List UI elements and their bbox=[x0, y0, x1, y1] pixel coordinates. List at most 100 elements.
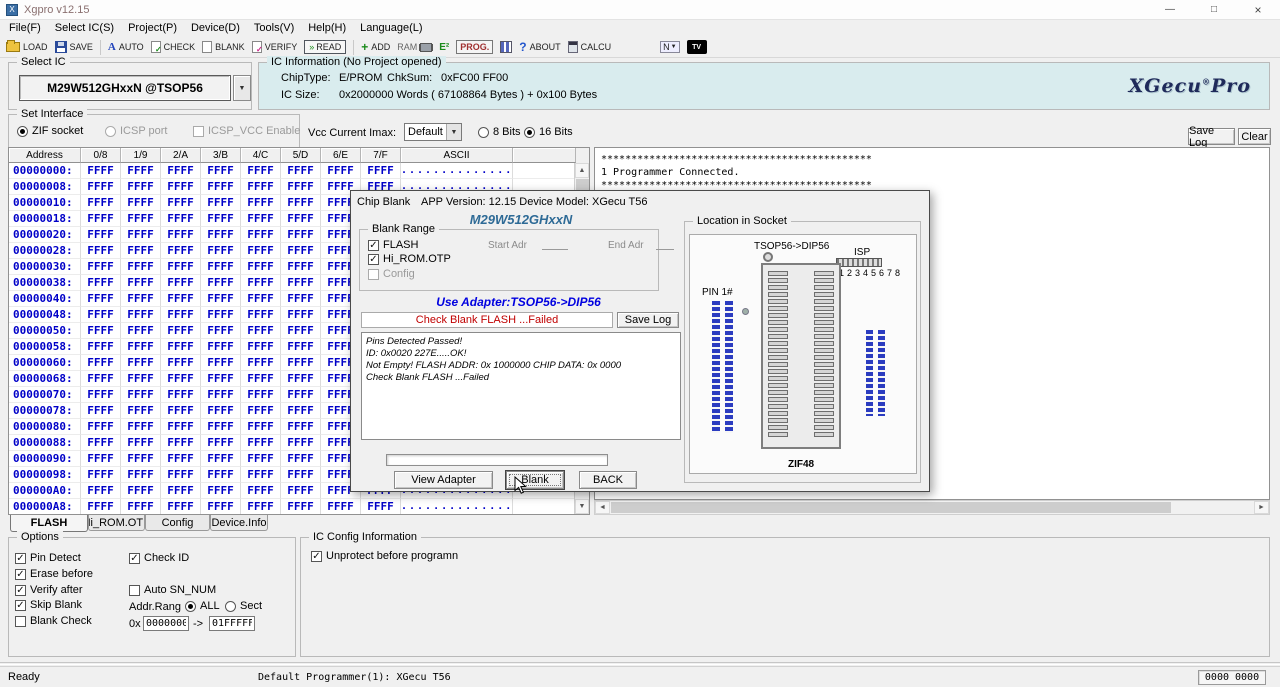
menu-item[interactable]: File(F) bbox=[2, 20, 48, 37]
menu-item[interactable]: Select IC(S) bbox=[48, 20, 121, 37]
toolbar-separator bbox=[353, 40, 354, 55]
read-button[interactable]: » READ bbox=[304, 40, 346, 54]
ic-test-button[interactable] bbox=[500, 38, 512, 56]
verify-after-checkbox[interactable]: Verify after bbox=[15, 584, 83, 596]
bits16-radio[interactable]: 16 Bits bbox=[524, 126, 573, 138]
hex-cell: FFFF bbox=[321, 499, 361, 514]
checkbox-icon bbox=[15, 569, 26, 580]
scroll-right-icon[interactable]: ► bbox=[1254, 501, 1269, 514]
check-label: CHECK bbox=[164, 42, 196, 52]
hex-cell: FFFF bbox=[81, 179, 121, 195]
scroll-left-icon[interactable]: ◄ bbox=[595, 501, 610, 514]
hex-cell: FFFF bbox=[81, 419, 121, 435]
addr-to-input[interactable] bbox=[209, 616, 255, 631]
scroll-up-icon[interactable]: ▲ bbox=[575, 163, 589, 178]
hex-address: 00000050: bbox=[9, 323, 81, 339]
tab-device-info[interactable]: Device.Info bbox=[210, 515, 268, 531]
log-horizontal-scrollbar[interactable]: ◄ ► bbox=[594, 500, 1270, 515]
auto-button[interactable]: A AUTO bbox=[108, 38, 144, 56]
status-ready: Ready bbox=[8, 671, 40, 683]
about-button[interactable]: ? ABOUT bbox=[519, 38, 560, 56]
unprotect-checkbox[interactable]: Unprotect before programn bbox=[311, 550, 458, 562]
menu-item[interactable]: Language(L) bbox=[353, 20, 429, 37]
check-id-checkbox[interactable]: Check ID bbox=[129, 552, 189, 564]
vcc-current-dropdown[interactable]: Default ▼ bbox=[404, 123, 462, 141]
chevron-down-icon: ▼ bbox=[671, 44, 677, 50]
addr-sect-radio[interactable]: Sect bbox=[225, 600, 262, 612]
blank-range-group-title: Blank Range bbox=[368, 223, 439, 235]
calcu-button[interactable]: CALCU bbox=[568, 38, 612, 56]
tab-flash[interactable]: FLASH bbox=[10, 515, 88, 532]
hex-cell: FFFF bbox=[81, 451, 121, 467]
log-line: ****************************************… bbox=[601, 153, 1263, 166]
zif-socket-icon bbox=[761, 263, 841, 449]
zif-slot bbox=[814, 425, 834, 430]
ram-button[interactable]: RAM bbox=[397, 38, 432, 56]
prog-button[interactable]: PROG. bbox=[456, 40, 493, 54]
pin-detect-checkbox[interactable]: Pin Detect bbox=[15, 552, 81, 564]
zif-slot bbox=[768, 320, 788, 325]
ic-dropdown-button[interactable]: ▼ bbox=[233, 75, 251, 101]
selected-ic-field[interactable]: M29W512GHxxN @TSOP56 bbox=[19, 75, 231, 101]
back-button[interactable]: BACK bbox=[579, 471, 637, 489]
dialog-log-line: Not Empty! FLASH ADDR: 0x 1000000 CHIP D… bbox=[366, 360, 676, 372]
read-label: READ bbox=[316, 42, 341, 52]
close-button[interactable]: × bbox=[1236, 0, 1280, 19]
hex-cell: FFFF bbox=[121, 195, 161, 211]
view-adapter-button[interactable]: View Adapter bbox=[394, 471, 493, 489]
hex-cell: FFFF bbox=[81, 499, 121, 514]
hex-cell: FFFF bbox=[121, 467, 161, 483]
menu-item[interactable]: Project(P) bbox=[121, 20, 184, 37]
add-button[interactable]: + ADD bbox=[361, 38, 390, 56]
flash-checkbox[interactable]: FLASH bbox=[368, 239, 418, 251]
check-id-label: Check ID bbox=[144, 552, 189, 564]
tab-hi-rom-otp[interactable]: Hi_ROM.OTP bbox=[88, 515, 145, 531]
load-button[interactable]: LOAD bbox=[6, 38, 48, 56]
language-switch-button[interactable]: N ▼ bbox=[660, 38, 679, 56]
logo-registered-mark: ® bbox=[1202, 77, 1211, 87]
menu-item[interactable]: Help(H) bbox=[301, 20, 353, 37]
hex-column-header: 3/B bbox=[201, 148, 241, 163]
window-title: Xgpro v12.15 bbox=[24, 4, 89, 16]
addr-all-radio[interactable]: ALL bbox=[185, 600, 220, 612]
tv-button[interactable]: TV bbox=[687, 40, 707, 54]
check-button[interactable]: ✓ CHECK bbox=[151, 38, 196, 56]
hirom-checkbox[interactable]: Hi_ROM.OTP bbox=[368, 253, 451, 265]
zif-slot bbox=[768, 432, 788, 437]
scroll-down-icon[interactable]: ▼ bbox=[575, 499, 589, 514]
blank-button[interactable]: BLANK bbox=[202, 38, 245, 56]
hex-column-header: 4/C bbox=[241, 148, 281, 163]
hex-cell: FFFF bbox=[201, 435, 241, 451]
ic-info-group-title: IC Information (No Project opened) bbox=[267, 56, 446, 68]
dialog-save-log-button[interactable]: Save Log bbox=[617, 312, 679, 328]
minimize-button[interactable]: — bbox=[1148, 0, 1192, 19]
options-group: Options Pin Detect Erase before Verify a… bbox=[8, 537, 296, 657]
statusbar-divider bbox=[0, 662, 1280, 665]
blank-check-label: Blank Check bbox=[30, 615, 92, 627]
bits8-radio[interactable]: 8 Bits bbox=[478, 126, 521, 138]
clear-button[interactable]: Clear bbox=[1238, 128, 1271, 145]
zif-socket-radio[interactable]: ZIF socket bbox=[17, 125, 83, 137]
zif-slot bbox=[814, 348, 834, 353]
auto-sn-checkbox[interactable]: Auto SN_NUM bbox=[129, 584, 216, 596]
maximize-button[interactable]: □ bbox=[1192, 0, 1236, 19]
hex-cell: FFFF bbox=[81, 307, 121, 323]
adapter-hint: Use Adapter:TSOP56->DIP56 bbox=[351, 295, 686, 309]
addr-from-input[interactable] bbox=[143, 616, 189, 631]
erase-before-checkbox[interactable]: Erase before bbox=[15, 568, 93, 580]
verify-button[interactable]: ✓ VERIFY bbox=[252, 38, 298, 56]
menu-item[interactable]: Device(D) bbox=[184, 20, 247, 37]
hex-cell: FFFF bbox=[121, 179, 161, 195]
blank-check-checkbox[interactable]: Blank Check bbox=[15, 615, 92, 627]
eeprom-button[interactable]: E² bbox=[439, 38, 449, 56]
hex-cell: FFFF bbox=[281, 195, 321, 211]
skip-blank-checkbox[interactable]: Skip Blank bbox=[15, 599, 82, 611]
save-log-button[interactable]: Save Log bbox=[1188, 128, 1235, 145]
scrollbar-thumb[interactable] bbox=[611, 502, 1171, 513]
save-button[interactable]: SAVE bbox=[55, 38, 93, 56]
menu-item[interactable]: Tools(V) bbox=[247, 20, 301, 37]
hex-cell: FFFF bbox=[121, 371, 161, 387]
tab-config[interactable]: Config bbox=[145, 515, 210, 531]
hex-cell: FFFF bbox=[81, 467, 121, 483]
hex-cell: FFFF bbox=[161, 499, 201, 514]
